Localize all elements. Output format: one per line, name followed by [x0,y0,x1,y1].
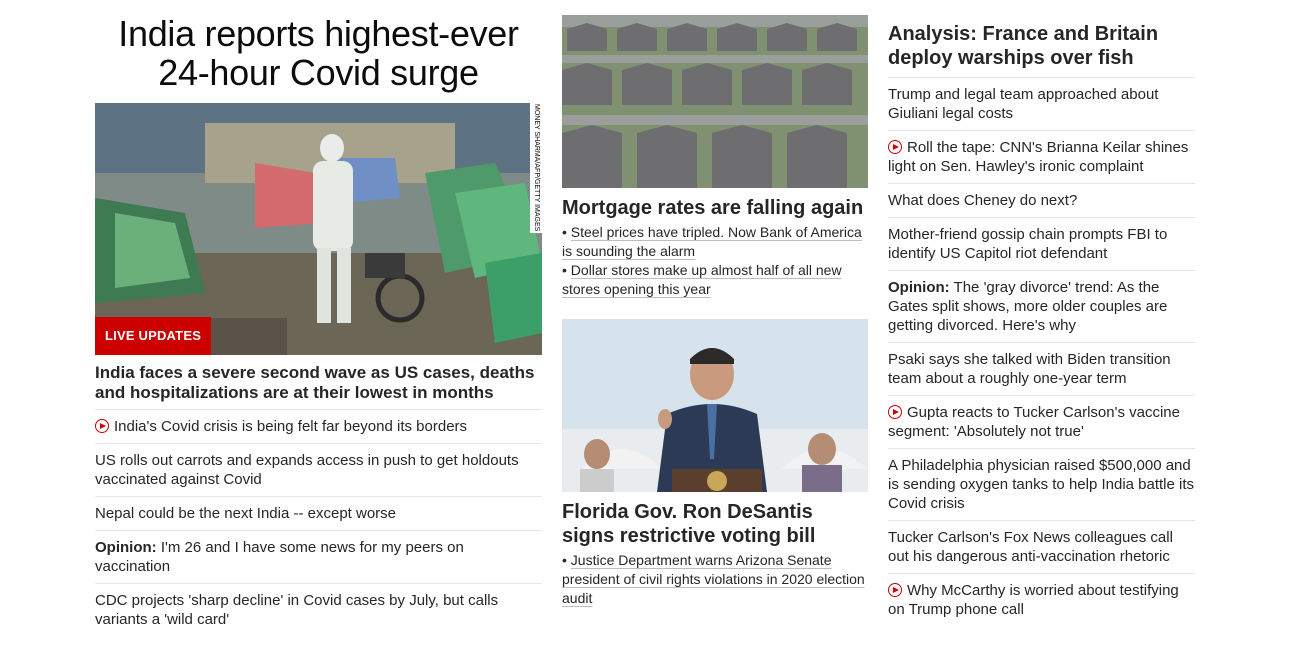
list-item[interactable]: Gupta reacts to Tucker Carlson's vaccine… [888,395,1195,448]
list-item[interactable]: Mother-friend gossip chain prompts FBI t… [888,217,1195,270]
list-item[interactable]: A Philadelphia physician raised $500,000… [888,448,1195,520]
list-item[interactable]: Why McCarthy is worried about testifying… [888,573,1195,626]
play-circle-icon [888,405,902,419]
story1-headline-link[interactable]: Mortgage rates are falling again [562,196,868,220]
hero-image-hospital[interactable]: MONEY SHARMA/AFP/GETTY IMAGES LIVE UPDAT… [95,103,542,355]
story1-bullets: • Steel prices have tripled. Now Bank of… [562,223,868,299]
opinion-label: Opinion: [888,279,950,296]
list-item[interactable]: India's Covid crisis is being felt far b… [95,409,542,443]
list-item-text[interactable]: What does Cheney do next? [888,192,1077,209]
bullet-link[interactable]: Dollar stores make up almost half of all… [562,262,842,297]
list-item[interactable]: What does Cheney do next? [888,183,1195,217]
right-headlines-list: Trump and legal team approached about Gi… [888,77,1195,626]
list-item[interactable]: Tucker Carlson's Fox News colleagues cal… [888,520,1195,573]
list-item[interactable]: US rolls out carrots and expands access … [95,443,542,496]
middle-column: Mortgage rates are falling again • Steel… [562,0,868,608]
bullet-link[interactable]: Steel prices have tripled. Now Bank of A… [562,224,862,259]
list-item[interactable]: Nepal could be the next India -- except … [95,496,542,530]
list-item[interactable]: • Dollar stores make up almost half of a… [562,261,868,299]
story2-headline-link[interactable]: Florida Gov. Ron DeSantis signs restrict… [562,500,868,548]
houses-image[interactable] [562,15,868,188]
list-item[interactable]: Psaki says she talked with Biden transit… [888,342,1195,395]
list-item-text[interactable]: Psaki says she talked with Biden transit… [888,351,1171,387]
lead-subheadline: India faces a severe second wave as US c… [95,363,535,402]
lead-subheadline-link[interactable]: India faces a severe second wave as US c… [95,363,542,403]
list-item-text[interactable]: Why McCarthy is worried about testifying… [888,582,1179,618]
list-item-text[interactable]: Tucker Carlson's Fox News colleagues cal… [888,529,1173,565]
list-item-text[interactable]: US rolls out carrots and expands access … [95,452,519,488]
live-updates-badge[interactable]: LIVE UPDATES [95,317,212,355]
bullet-link[interactable]: Justice Department warns Arizona Senate … [562,552,865,606]
lead-headline: India reports highest-ever 24-hour Covid… [118,13,519,93]
list-item[interactable]: Trump and legal team approached about Gi… [888,77,1195,130]
lead-headline-link[interactable]: India reports highest-ever 24-hour Covid… [95,14,542,92]
list-item-text[interactable]: Roll the tape: CNN's Brianna Keilar shin… [888,139,1188,175]
list-item-text[interactable]: Gupta reacts to Tucker Carlson's vaccine… [888,404,1180,440]
lead-related-list: India's Covid crisis is being felt far b… [95,409,542,636]
list-item-text[interactable]: A Philadelphia physician raised $500,000… [888,457,1194,512]
list-item[interactable]: CDC projects 'sharp decline' in Covid ca… [95,583,542,636]
photo-credit: MONEY SHARMA/AFP/GETTY IMAGES [530,103,542,233]
list-item[interactable]: Opinion: I'm 26 and I have some news for… [95,530,542,583]
aerial-houses-illustration [562,15,868,188]
lead-story-column: India reports highest-ever 24-hour Covid… [95,0,542,636]
right-headline-link[interactable]: Analysis: France and Britain deploy wars… [888,22,1195,70]
desantis-image[interactable] [562,319,868,492]
story2-headline: Florida Gov. Ron DeSantis signs restrict… [562,501,816,547]
right-column: Analysis: France and Britain deploy wars… [888,0,1195,626]
list-item-text[interactable]: Mother-friend gossip chain prompts FBI t… [888,226,1167,262]
play-circle-icon [95,419,109,433]
list-item-text[interactable]: Trump and legal team approached about Gi… [888,86,1158,122]
press-conference-illustration [562,319,868,492]
list-item-text[interactable]: Nepal could be the next India -- except … [95,505,396,522]
list-item-text[interactable]: India's Covid crisis is being felt far b… [114,418,467,435]
list-item[interactable]: • Justice Department warns Arizona Senat… [562,551,868,608]
list-item[interactable]: • Steel prices have tripled. Now Bank of… [562,223,868,261]
right-headline: Analysis: France and Britain deploy wars… [888,23,1159,69]
list-item-text[interactable]: CDC projects 'sharp decline' in Covid ca… [95,592,498,628]
list-item[interactable]: Opinion: The 'gray divorce' trend: As th… [888,270,1195,342]
story2-bullets: • Justice Department warns Arizona Senat… [562,551,868,608]
play-circle-icon [888,583,902,597]
story1-headline: Mortgage rates are falling again [562,197,864,219]
opinion-label: Opinion: [95,539,157,556]
list-item[interactable]: Roll the tape: CNN's Brianna Keilar shin… [888,130,1195,183]
play-circle-icon [888,140,902,154]
